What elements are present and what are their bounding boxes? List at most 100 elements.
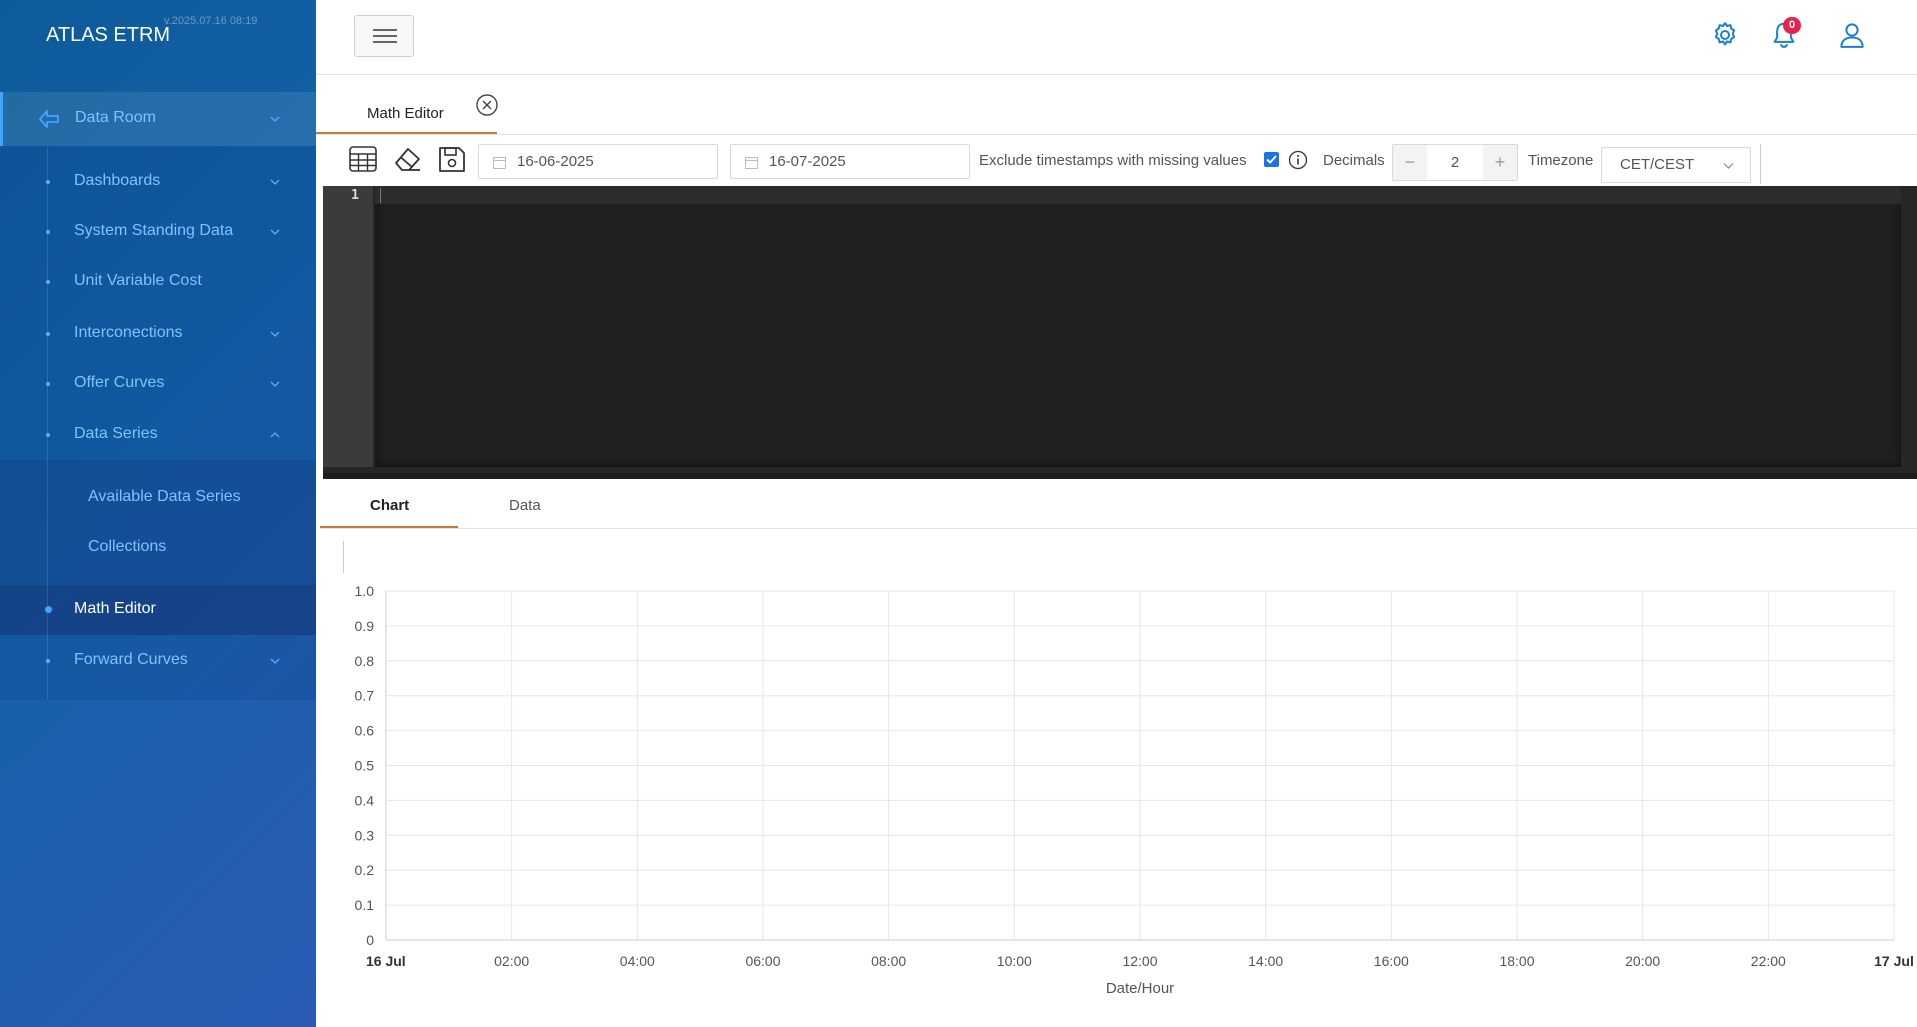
y-tick-label: 0 xyxy=(366,932,374,948)
end-date-picker[interactable]: 16-07-2025 xyxy=(730,144,970,179)
sidebar-item-dashboards[interactable]: Dashboards xyxy=(0,157,316,207)
x-tick-label: 16 Jul xyxy=(366,953,406,969)
tab-label: Math Editor xyxy=(367,105,444,122)
eraser-icon[interactable] xyxy=(392,144,422,174)
sidebar-subitem-available-data-series[interactable]: Available Data Series xyxy=(0,473,316,523)
close-circle-icon[interactable] xyxy=(475,93,499,117)
start-date-value: 16-06-2025 xyxy=(517,153,594,170)
bullet-dot xyxy=(45,606,52,613)
app-brand[interactable]: ATLAS ETRM xyxy=(46,24,170,47)
table-icon[interactable] xyxy=(348,144,378,174)
x-tick-label: 17 Jul xyxy=(1874,953,1914,969)
x-tick-label: 22:00 xyxy=(1751,953,1786,969)
decimals-stepper: − 2 + xyxy=(1392,144,1518,181)
back-arrow-icon xyxy=(39,110,59,128)
sidebar-subitem-label: Available Data Series xyxy=(88,488,241,505)
top-header xyxy=(316,0,1917,75)
menu-icon xyxy=(373,41,397,43)
chevron-down-icon xyxy=(270,331,280,337)
tab-label: Chart xyxy=(370,497,410,514)
tab-data[interactable]: Data xyxy=(458,488,594,528)
y-tick-label: 0.4 xyxy=(355,792,375,808)
chevron-down-icon xyxy=(270,381,280,387)
x-tick-label: 14:00 xyxy=(1248,953,1283,969)
chart-toolbar-separator xyxy=(343,541,344,573)
sidebar-item-math-editor[interactable]: Math Editor xyxy=(0,585,316,635)
notification-badge: 0 xyxy=(1783,17,1801,34)
editor-text-area[interactable] xyxy=(375,186,1901,467)
tab-bar-divider xyxy=(316,134,1917,135)
bullet-dot xyxy=(46,230,50,234)
y-tick-label: 0.8 xyxy=(355,653,375,669)
menu-icon xyxy=(373,29,397,31)
settings-icon[interactable] xyxy=(1710,20,1740,50)
x-tick-label: 04:00 xyxy=(620,953,655,969)
bullet-dot xyxy=(46,280,50,284)
bullet-dot xyxy=(46,180,50,184)
sidebar-item-label: Forward Curves xyxy=(74,651,188,668)
chevron-up-icon xyxy=(270,432,280,438)
text-cursor xyxy=(380,188,381,203)
sidebar-item-data-room[interactable]: Data Room xyxy=(0,92,316,146)
sidebar-subitem-collections[interactable]: Collections xyxy=(0,523,316,573)
sidebar-item-unit-variable-cost[interactable]: Unit Variable Cost xyxy=(0,257,316,307)
y-tick-label: 0.5 xyxy=(355,758,375,774)
sidebar-item-data-series[interactable]: Data Series xyxy=(0,410,316,460)
start-date-picker[interactable]: 16-06-2025 xyxy=(478,144,718,179)
sidebar-item-offer-curves[interactable]: Offer Curves xyxy=(0,359,316,409)
sidebar-item-interconections[interactable]: Interconections xyxy=(0,309,316,359)
chevron-down-icon xyxy=(270,116,280,122)
x-tick-label: 06:00 xyxy=(745,953,780,969)
timezone-select[interactable]: CET/CEST xyxy=(1601,147,1751,183)
exclude-missing-checkbox[interactable] xyxy=(1264,152,1279,167)
sidebar: ATLAS ETRM v.2025.07.16 08:19 Data Room … xyxy=(0,0,316,1027)
save-icon[interactable] xyxy=(437,144,467,174)
calendar-icon xyxy=(745,157,758,169)
x-axis-title: Date/Hour xyxy=(1106,980,1174,997)
y-tick-label: 1.0 xyxy=(355,583,375,599)
x-tick-label: 20:00 xyxy=(1625,953,1660,969)
menu-toggle-button[interactable] xyxy=(354,15,414,57)
x-tick-label: 12:00 xyxy=(1122,953,1157,969)
menu-icon xyxy=(373,35,397,37)
sidebar-item-forward-curves[interactable]: Forward Curves xyxy=(0,636,316,686)
decimals-increment-button[interactable]: + xyxy=(1483,145,1517,180)
user-icon[interactable] xyxy=(1837,20,1867,50)
exclude-missing-label: Exclude timestamps with missing values xyxy=(979,152,1247,169)
result-tab-divider xyxy=(320,528,1917,529)
timezone-label: Timezone xyxy=(1528,152,1594,169)
active-line-highlight xyxy=(375,186,1901,204)
chevron-down-icon xyxy=(270,658,280,664)
x-tick-label: 16:00 xyxy=(1374,953,1409,969)
checkmark-icon xyxy=(1266,155,1277,164)
bullet-dot xyxy=(46,332,50,336)
sidebar-item-system-standing-data[interactable]: System Standing Data xyxy=(0,207,316,257)
x-tick-label: 08:00 xyxy=(871,953,906,969)
tab-math-editor[interactable]: Math Editor xyxy=(316,92,497,134)
y-tick-label: 0.6 xyxy=(355,723,375,739)
x-tick-label: 02:00 xyxy=(494,953,529,969)
calendar-icon xyxy=(493,157,506,169)
chevron-down-icon xyxy=(270,229,280,235)
info-icon[interactable] xyxy=(1288,150,1308,170)
chevron-down-icon xyxy=(270,179,280,185)
tab-chart[interactable]: Chart xyxy=(320,488,458,528)
decimals-input[interactable]: 2 xyxy=(1427,145,1483,180)
y-tick-label: 0.1 xyxy=(355,897,375,913)
code-editor: 1 xyxy=(323,186,1917,479)
end-date-value: 16-07-2025 xyxy=(769,153,846,170)
bullet-dot xyxy=(46,433,50,437)
bullet-dot xyxy=(46,659,50,663)
y-tick-label: 0.2 xyxy=(355,862,375,878)
sidebar-item-label: Interconections xyxy=(74,324,183,341)
sidebar-item-label: Math Editor xyxy=(74,600,156,617)
line-number: 1 xyxy=(351,188,359,203)
app-version: v.2025.07.16 08:19 xyxy=(164,15,258,27)
x-tick-label: 18:00 xyxy=(1499,953,1534,969)
timezone-value: CET/CEST xyxy=(1620,156,1695,173)
toolbar-divider xyxy=(1760,144,1761,184)
sidebar-item-label: Data Series xyxy=(74,425,158,442)
decimals-decrement-button[interactable]: − xyxy=(1393,145,1427,180)
y-tick-label: 0.3 xyxy=(355,827,375,843)
chevron-down-icon xyxy=(1723,163,1734,169)
